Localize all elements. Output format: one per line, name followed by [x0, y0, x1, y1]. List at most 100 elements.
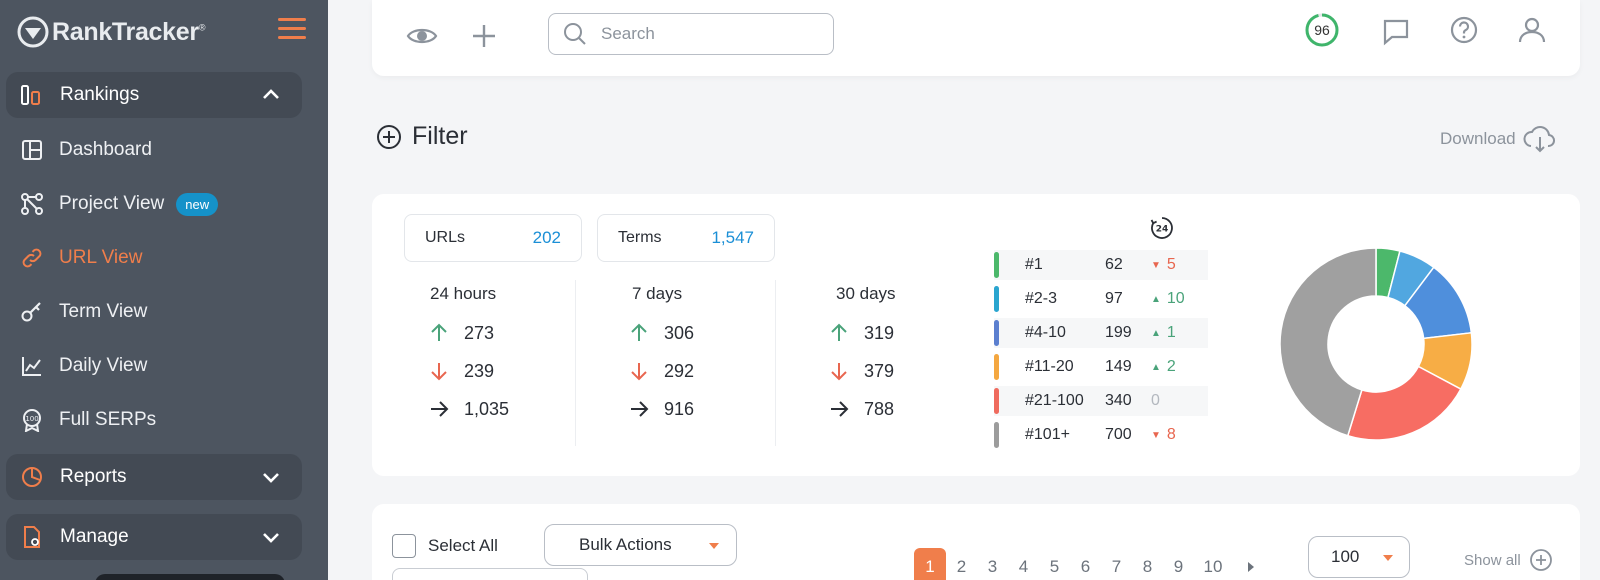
- chevron-up-icon[interactable]: [260, 84, 282, 106]
- help-icon[interactable]: [1448, 14, 1480, 46]
- rank-row[interactable]: #21-100 340 0: [994, 386, 1208, 416]
- table-toolbar-card: Select All Bulk Actions 1 2 3 4 5 6 7 8 …: [372, 504, 1580, 580]
- sidebar-item-term-view[interactable]: Term View: [20, 292, 310, 332]
- rank-row[interactable]: #11-20 149 ▲ 2: [994, 352, 1208, 382]
- trend-up: 319: [828, 322, 894, 344]
- select-all-checkbox[interactable]: Select All: [392, 534, 498, 558]
- page-button[interactable]: 4: [1008, 557, 1039, 577]
- page-button[interactable]: 9: [1163, 557, 1194, 577]
- rank-delta: ▼ 5: [1151, 256, 1176, 273]
- rank-color-bar: [994, 320, 999, 346]
- period-label: 7 days: [632, 284, 683, 303]
- divider: [575, 280, 576, 446]
- terms-count-box[interactable]: Terms 1,547: [597, 214, 775, 262]
- bulk-actions-dropdown[interactable]: Bulk Actions: [544, 524, 737, 566]
- pagination: 1 2 3 4 5 6 7 8 9 10: [914, 548, 1254, 580]
- trend-same: 916: [628, 398, 694, 420]
- secondary-dropdown[interactable]: [392, 568, 588, 580]
- sidebar-item-daily-view[interactable]: Daily View: [20, 346, 310, 386]
- rank-delta: ▲ 10: [1151, 290, 1185, 307]
- page-button[interactable]: 2: [946, 557, 977, 577]
- per-page-dropdown[interactable]: 100: [1308, 536, 1410, 578]
- rank-row[interactable]: #2-3 97 ▲ 10: [994, 284, 1208, 314]
- stats-card: URLs 202 Terms 1,547 24 hours 273 239 1,…: [372, 194, 1580, 476]
- sidebar-group-label: Reports: [60, 466, 127, 487]
- arrow-up-icon: [431, 323, 447, 341]
- search-box: [548, 13, 834, 55]
- reports-icon: [22, 467, 42, 487]
- rank-color-bar: [994, 422, 999, 448]
- key-icon: [21, 302, 41, 322]
- period-label: 24 hours: [430, 284, 497, 303]
- show-all-button[interactable]: Show all: [1464, 548, 1553, 572]
- rank-row[interactable]: #4-10 199 ▲ 1: [994, 318, 1208, 348]
- search-input[interactable]: [601, 24, 801, 44]
- logo[interactable]: RankTracker®: [16, 14, 306, 50]
- chevron-down-icon[interactable]: [260, 466, 282, 488]
- eye-icon[interactable]: [406, 20, 438, 52]
- trend-up: 306: [628, 322, 694, 344]
- plus-circle-icon: [1529, 549, 1552, 571]
- sidebar-group-rankings[interactable]: Rankings: [6, 72, 302, 118]
- period-7d: 7 days 306 292 916: [628, 280, 828, 446]
- checkbox[interactable]: [392, 534, 416, 558]
- add-icon[interactable]: [468, 20, 500, 52]
- next-page-icon[interactable]: [1248, 562, 1254, 572]
- logo-text: RankTracker®: [52, 17, 206, 46]
- search-icon: [564, 23, 586, 45]
- arrow-right-icon: [631, 401, 649, 417]
- serps-badge-icon: 100: [23, 409, 41, 432]
- chevron-down-icon[interactable]: [260, 526, 282, 548]
- download-label: Download: [1440, 129, 1516, 148]
- top-bar: 96: [372, 0, 1580, 76]
- score-value: 96: [1314, 22, 1330, 38]
- page-button[interactable]: 8: [1132, 557, 1163, 577]
- page-button[interactable]: 1: [914, 548, 946, 580]
- page-button[interactable]: 6: [1070, 557, 1101, 577]
- link-icon: [22, 248, 42, 268]
- sidebar-item-label: Daily View: [59, 355, 148, 376]
- chat-icon[interactable]: [1380, 16, 1412, 48]
- sidebar-item-label: Project View: [59, 193, 165, 214]
- sidebar-item-url-view[interactable]: URL View: [20, 238, 310, 278]
- rank-row[interactable]: #101+ 700 ▼ 8: [994, 420, 1208, 450]
- rank-color-bar: [994, 286, 999, 312]
- trend-same: 788: [828, 398, 894, 420]
- svg-text:24: 24: [1156, 225, 1169, 235]
- rank-distribution-donut[interactable]: [1278, 246, 1474, 442]
- user-icon[interactable]: [1516, 14, 1548, 46]
- sidebar-item-full-serps[interactable]: 100 Full SERPs: [20, 400, 310, 440]
- download-button[interactable]: Download: [1440, 124, 1556, 154]
- caret-down-icon: [709, 543, 719, 549]
- sidebar-group-label: Rankings: [60, 84, 140, 105]
- sidebar-item-dashboard[interactable]: Dashboard: [20, 130, 310, 170]
- sidebar-item-label: Dashboard: [59, 139, 152, 160]
- logo-icon: [17, 16, 49, 48]
- rank-color-bar: [994, 354, 999, 380]
- trend-up: 273: [428, 322, 494, 344]
- sidebar-group-reports[interactable]: Reports: [6, 454, 302, 500]
- sidebar-item-project-view[interactable]: Project View new: [20, 184, 310, 224]
- sidebar-group-manage[interactable]: Manage: [6, 514, 302, 560]
- divider: [775, 280, 776, 446]
- menu-toggle-icon[interactable]: [278, 18, 306, 44]
- clock-24-icon[interactable]: 24: [1150, 216, 1174, 240]
- page-button[interactable]: 3: [977, 557, 1008, 577]
- arrow-up-icon: [831, 323, 847, 341]
- rank-row[interactable]: #1 62 ▼ 5: [994, 250, 1208, 280]
- urls-label: URLs: [425, 229, 466, 246]
- urls-count-box[interactable]: URLs 202: [404, 214, 582, 262]
- plus-circle-icon: [377, 124, 401, 149]
- rank-color-bar: [994, 252, 999, 278]
- page-button[interactable]: 5: [1039, 557, 1070, 577]
- rank-color-bar: [994, 388, 999, 414]
- new-badge: new: [176, 192, 219, 216]
- page-button[interactable]: 10: [1194, 557, 1232, 577]
- filter-toggle[interactable]: Filter: [376, 122, 468, 151]
- rank-delta: 0: [1151, 392, 1160, 409]
- sidebar-footer-pill[interactable]: [95, 574, 285, 580]
- line-chart-icon: [22, 357, 41, 376]
- project-view-icon: [21, 193, 43, 215]
- svg-text:100: 100: [25, 415, 38, 423]
- page-button[interactable]: 7: [1101, 557, 1132, 577]
